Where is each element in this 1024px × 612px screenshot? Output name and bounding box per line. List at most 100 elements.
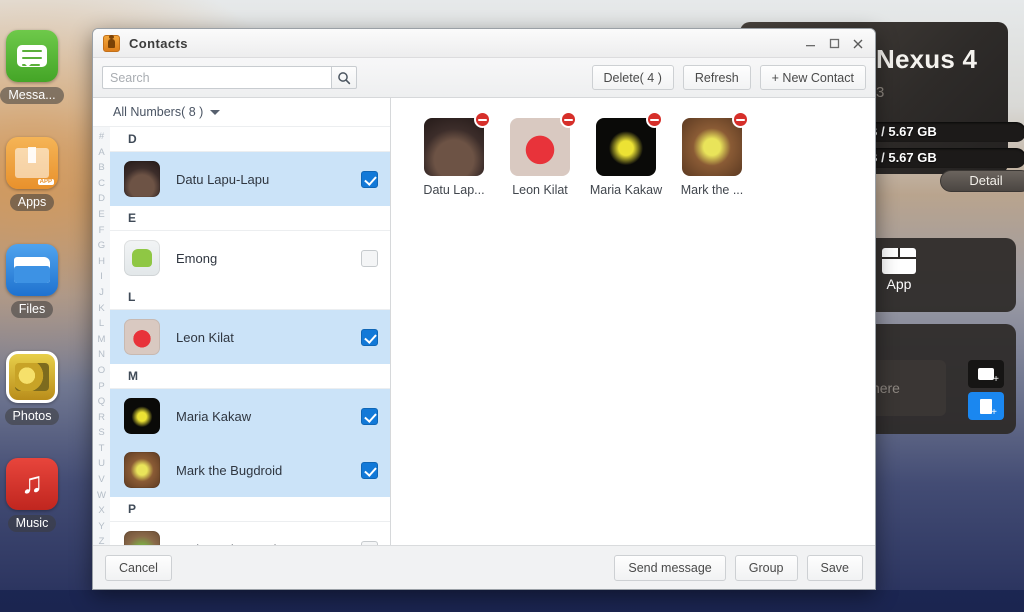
- alpha-index-k[interactable]: K: [98, 301, 104, 317]
- filter-dropdown[interactable]: All Numbers( 8 ): [93, 98, 390, 127]
- alpha-index-f[interactable]: F: [99, 223, 105, 239]
- alpha-index-o[interactable]: O: [98, 363, 105, 379]
- refresh-button[interactable]: Refresh: [682, 65, 751, 90]
- alpha-index-g[interactable]: G: [98, 238, 105, 254]
- thumb-avatar: [682, 118, 742, 176]
- remove-icon[interactable]: [560, 111, 577, 128]
- contact-checkbox[interactable]: [361, 328, 378, 346]
- contact-list-pane: All Numbers( 8 ) # A B C D E F G H I J K L M N O P Q R S T U V…: [93, 98, 391, 547]
- contact-name: Mark the Bugdroid: [176, 462, 283, 478]
- toolbar-actions: Delete( 4 ) Refresh + New Contact: [591, 65, 866, 90]
- new-contact-button[interactable]: + New Contact: [759, 65, 866, 90]
- dock-item-apps[interactable]: APP Apps: [0, 137, 88, 211]
- thumb-avatar: [510, 118, 570, 176]
- send-message-button[interactable]: Send message: [614, 554, 726, 581]
- remove-icon[interactable]: [474, 111, 491, 128]
- group-header: E: [110, 206, 390, 231]
- add-folder-icon: [978, 368, 999, 385]
- alpha-index-hash[interactable]: #: [99, 129, 104, 145]
- thumb-label: Leon Kilat: [512, 183, 568, 197]
- dock-label: Files: [10, 301, 54, 318]
- contact-name: Datu Lapu-Lapu: [176, 171, 270, 187]
- alpha-index-j[interactable]: J: [99, 285, 104, 301]
- minimize-icon[interactable]: [799, 34, 821, 54]
- remove-icon[interactable]: [732, 111, 749, 128]
- alpha-index-n[interactable]: N: [98, 347, 105, 363]
- device-subtitle: 3: [876, 84, 885, 101]
- avatar: [124, 452, 160, 488]
- maximize-icon[interactable]: [823, 34, 845, 54]
- alpha-index-t[interactable]: T: [99, 441, 105, 457]
- alpha-index-d[interactable]: D: [98, 191, 105, 207]
- contact-row[interactable]: Emong: [110, 231, 390, 285]
- remove-icon[interactable]: [646, 111, 663, 128]
- chevron-down-icon: [210, 109, 221, 115]
- dock-label: Photos: [4, 408, 60, 425]
- alpha-index-b[interactable]: B: [98, 160, 104, 176]
- delete-button[interactable]: Delete( 4 ): [591, 65, 674, 90]
- alpha-index-a[interactable]: A: [98, 145, 104, 161]
- group-header: D: [110, 127, 390, 152]
- alpha-index[interactable]: # A B C D E F G H I J K L M N O P Q R S T U V W X Y Z: [93, 127, 110, 547]
- contact-row[interactable]: Leon Kilat: [110, 310, 390, 364]
- contact-row[interactable]: Mark the Bugdroid: [110, 443, 390, 497]
- contact-checkbox[interactable]: [361, 540, 378, 545]
- alpha-index-c[interactable]: C: [98, 176, 105, 192]
- alpha-index-u[interactable]: U: [98, 456, 105, 472]
- contact-row[interactable]: Datu Lapu-Lapu: [110, 152, 390, 206]
- dialog-toolbar: Delete( 4 ) Refresh + New Contact: [93, 58, 875, 98]
- alpha-index-l[interactable]: L: [99, 316, 104, 332]
- dialog-body: All Numbers( 8 ) # A B C D E F G H I J K L M N O P Q R S T U V…: [93, 98, 875, 547]
- dock-item-files[interactable]: Files: [0, 244, 88, 318]
- alpha-index-i[interactable]: I: [100, 269, 103, 285]
- thumb-image-wrap: [596, 111, 663, 176]
- footer-actions: Send message Group Save: [614, 554, 863, 581]
- selected-thumb: Datu Lap...: [417, 111, 491, 197]
- alpha-index-v[interactable]: V: [98, 472, 104, 488]
- thumb-image-wrap: [510, 111, 577, 176]
- alpha-index-z[interactable]: Z: [99, 534, 105, 550]
- alpha-index-q[interactable]: Q: [98, 394, 105, 410]
- cancel-button[interactable]: Cancel: [105, 554, 172, 581]
- detail-button[interactable]: Detail: [940, 170, 1024, 192]
- package-icon: [882, 248, 916, 274]
- dock-item-messages[interactable]: Messa...: [0, 30, 88, 104]
- search-input[interactable]: [102, 66, 331, 89]
- alpha-index-w[interactable]: W: [97, 488, 106, 504]
- contact-row[interactable]: Pedro Calungsod: [110, 522, 390, 545]
- alpha-index-e[interactable]: E: [98, 207, 104, 223]
- save-button[interactable]: Save: [806, 554, 863, 581]
- selected-contacts-pane: Datu Lap... Leon Kilat Maria Kakaw Mark the…: [391, 98, 875, 545]
- dock-label: Apps: [9, 194, 55, 211]
- search-box: [102, 66, 357, 89]
- selected-thumb: Maria Kakaw: [589, 111, 663, 197]
- add-folder-button[interactable]: [968, 360, 1004, 388]
- alpha-index-p[interactable]: P: [98, 379, 104, 395]
- alpha-index-m[interactable]: M: [98, 332, 106, 348]
- contact-checkbox[interactable]: [361, 461, 378, 479]
- dialog-titlebar: Contacts: [93, 29, 875, 58]
- close-icon[interactable]: [847, 34, 869, 54]
- contact-checkbox[interactable]: [361, 249, 378, 267]
- alpha-index-s[interactable]: S: [98, 425, 104, 441]
- dock-item-music[interactable]: ♫ Music: [0, 458, 88, 532]
- contact-list[interactable]: D Datu Lapu-Lapu E Emong L Leon Kilat M Maria K…: [110, 127, 390, 545]
- alpha-index-x[interactable]: X: [98, 503, 104, 519]
- selected-thumb: Leon Kilat: [503, 111, 577, 197]
- alpha-index-y[interactable]: Y: [98, 519, 104, 535]
- contact-row[interactable]: Maria Kakaw: [110, 389, 390, 443]
- contact-checkbox[interactable]: [361, 170, 378, 188]
- contact-checkbox[interactable]: [361, 407, 378, 425]
- contact-name: Leon Kilat: [176, 329, 234, 345]
- selected-thumb: Mark the ...: [675, 111, 749, 197]
- thumb-label: Datu Lap...: [423, 183, 485, 197]
- alpha-index-h[interactable]: H: [98, 254, 105, 270]
- group-button[interactable]: Group: [734, 554, 798, 581]
- search-button[interactable]: [331, 66, 357, 89]
- search-icon: [338, 71, 351, 84]
- add-file-button[interactable]: [968, 392, 1004, 420]
- dock-item-photos[interactable]: Photos: [0, 351, 88, 425]
- contact-name: Pedro Calungsod: [176, 542, 361, 546]
- selected-thumbs: Datu Lap... Leon Kilat Maria Kakaw Mark the…: [391, 98, 875, 545]
- alpha-index-r[interactable]: R: [98, 410, 105, 426]
